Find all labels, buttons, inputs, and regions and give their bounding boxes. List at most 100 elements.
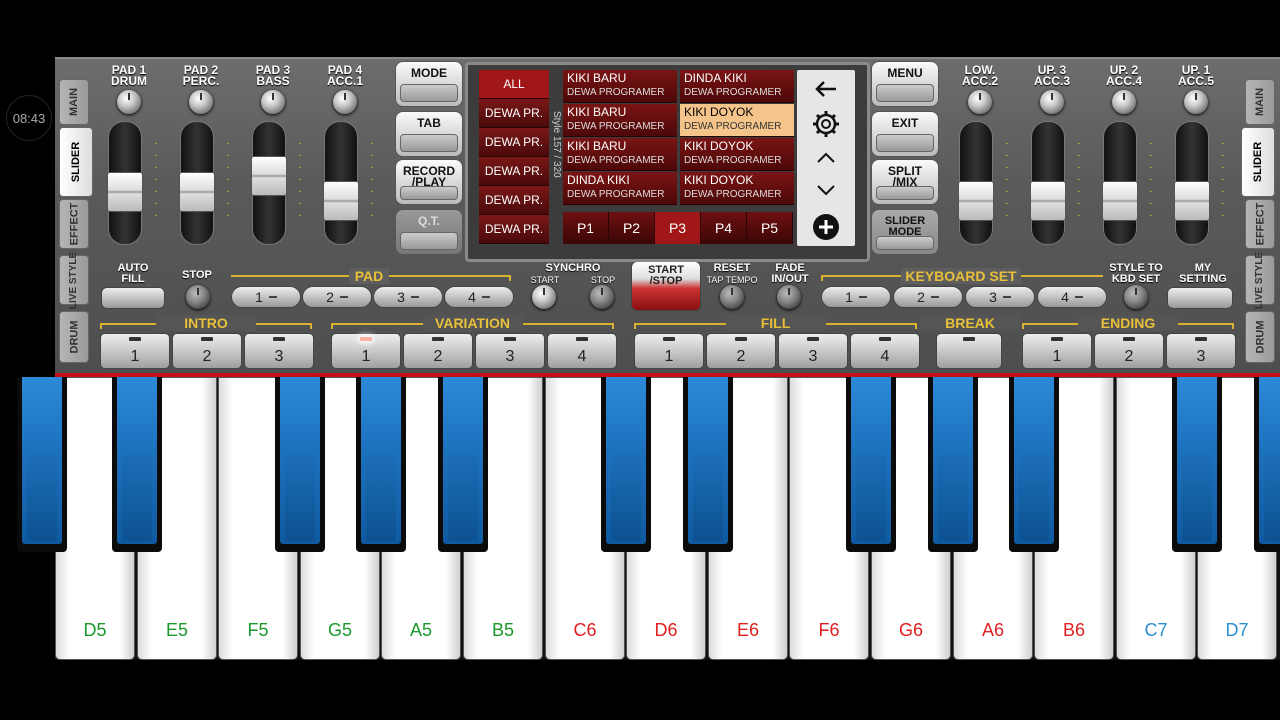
chevron-down-icon[interactable] xyxy=(797,178,855,202)
stop-knob[interactable] xyxy=(186,285,210,309)
pad-button[interactable]: 3 xyxy=(373,286,443,308)
fill-button[interactable]: 4 xyxy=(850,333,920,369)
intro-button[interactable]: 2 xyxy=(172,333,242,369)
chevron-up-icon[interactable] xyxy=(797,146,855,170)
variation-button[interactable]: 3 xyxy=(475,333,545,369)
style-entry[interactable]: DINDA KIKI DEWA PROGRAMER xyxy=(563,172,677,205)
style-category-item[interactable]: DEWA PR. xyxy=(479,128,549,157)
pad-button[interactable]: 4 xyxy=(444,286,514,308)
black-key[interactable] xyxy=(438,377,488,552)
pad-slider-track[interactable] xyxy=(107,121,143,245)
side-tab-slider-left[interactable]: SLIDER xyxy=(59,127,93,197)
style-category-item[interactable]: DEWA PR. xyxy=(479,99,549,128)
fill-button[interactable]: 1 xyxy=(634,333,704,369)
pad-slider-track[interactable] xyxy=(179,121,215,245)
pad-slider-thumb[interactable] xyxy=(958,181,994,221)
pad-knob[interactable] xyxy=(968,90,992,114)
pad-knob[interactable] xyxy=(189,90,213,114)
pad-slider-thumb[interactable] xyxy=(251,156,287,196)
style-entry[interactable]: KIKI DOYOK DEWA PROGRAMER xyxy=(680,172,794,205)
style-page-tab[interactable]: P1 xyxy=(563,212,609,244)
pad-slider-track[interactable] xyxy=(1102,121,1138,245)
keyboard-set-button[interactable]: 2 xyxy=(893,286,963,308)
style-entry[interactable]: KIKI BARU DEWA PROGRAMER xyxy=(563,104,677,137)
style-category-item[interactable]: DEWA PR. xyxy=(479,215,549,244)
ending-button[interactable]: 3 xyxy=(1166,333,1236,369)
my-setting-button[interactable] xyxy=(1167,287,1233,309)
plus-icon[interactable] xyxy=(797,212,855,242)
fill-button[interactable]: 3 xyxy=(778,333,848,369)
pad-knob[interactable] xyxy=(261,90,285,114)
style-page-tab[interactable]: P5 xyxy=(747,212,793,244)
pad-knob[interactable] xyxy=(117,90,141,114)
break-button[interactable] xyxy=(936,333,1002,369)
style-entry[interactable]: KIKI DOYOK DEWA PROGRAMER xyxy=(680,138,794,171)
keyboard-set-button[interactable]: 3 xyxy=(965,286,1035,308)
mode-button[interactable]: MODE xyxy=(395,61,463,107)
pad-slider-thumb[interactable] xyxy=(1102,181,1138,221)
pad-slider-thumb[interactable] xyxy=(107,172,143,212)
pad-slider-track[interactable] xyxy=(251,121,287,245)
black-key[interactable] xyxy=(601,377,651,552)
black-key[interactable] xyxy=(1254,377,1280,552)
side-tab-drum-right[interactable]: DRUM xyxy=(1245,311,1275,363)
slider-mode-button[interactable]: SLIDER MODE xyxy=(871,209,939,255)
pad-knob[interactable] xyxy=(1112,90,1136,114)
style-entry[interactable]: DINDA KIKI DEWA PROGRAMER xyxy=(680,70,794,103)
black-key[interactable] xyxy=(356,377,406,552)
style-page-tab[interactable]: P2 xyxy=(609,212,655,244)
fade-knob[interactable] xyxy=(777,285,801,309)
side-tab-drum-left[interactable]: DRUM xyxy=(59,311,89,363)
pad-button[interactable]: 2 xyxy=(302,286,372,308)
pad-knob[interactable] xyxy=(1040,90,1064,114)
black-key[interactable] xyxy=(928,377,978,552)
style-entry[interactable]: KIKI BARU DEWA PROGRAMER xyxy=(563,138,677,171)
pad-slider-track[interactable] xyxy=(1174,121,1210,245)
pad-slider-thumb[interactable] xyxy=(1030,181,1066,221)
pad-slider-thumb[interactable] xyxy=(179,172,215,212)
variation-button[interactable]: 1 xyxy=(331,333,401,369)
side-tab-slider-right[interactable]: SLIDER xyxy=(1241,127,1275,197)
side-tab-live-style-left[interactable]: LIVE STYLE xyxy=(59,251,89,309)
black-key[interactable] xyxy=(683,377,733,552)
keyboard-set-button[interactable]: 4 xyxy=(1037,286,1107,308)
style-entry[interactable]: KIKI DOYOK DEWA PROGRAMER xyxy=(680,104,794,137)
pad-slider-thumb[interactable] xyxy=(1174,181,1210,221)
auto-fill-button[interactable] xyxy=(101,287,165,309)
gear-icon[interactable] xyxy=(797,108,855,140)
style-category-item[interactable]: ALL xyxy=(479,70,549,99)
pad-button[interactable]: 1 xyxy=(231,286,301,308)
variation-button[interactable]: 2 xyxy=(403,333,473,369)
side-tab-effect-right[interactable]: EFFECT xyxy=(1245,199,1275,249)
qt-button[interactable]: Q.T. xyxy=(395,209,463,255)
back-arrow-icon[interactable] xyxy=(797,74,855,104)
style-to-kbd-knob[interactable] xyxy=(1124,285,1148,309)
pad-knob[interactable] xyxy=(1184,90,1208,114)
record-play-button[interactable]: RECORD/PLAY xyxy=(395,159,463,205)
keyboard-set-button[interactable]: 1 xyxy=(821,286,891,308)
style-entry[interactable]: KIKI BARU DEWA PROGRAMER xyxy=(563,70,677,103)
side-tab-main-right[interactable]: MAIN xyxy=(1245,79,1275,125)
black-key[interactable] xyxy=(1172,377,1222,552)
fill-button[interactable]: 2 xyxy=(706,333,776,369)
exit-button[interactable]: EXIT xyxy=(871,111,939,157)
reset-knob[interactable] xyxy=(720,285,744,309)
pad-slider-thumb[interactable] xyxy=(323,181,359,221)
pad-slider-track[interactable] xyxy=(958,121,994,245)
side-tab-main-left[interactable]: MAIN xyxy=(59,79,89,125)
intro-button[interactable]: 1 xyxy=(100,333,170,369)
variation-button[interactable]: 4 xyxy=(547,333,617,369)
side-tab-effect-left[interactable]: EFFECT xyxy=(59,199,89,249)
tab-button[interactable]: TAB xyxy=(395,111,463,157)
start-stop-button[interactable]: START /STOP xyxy=(631,261,701,311)
pad-slider-track[interactable] xyxy=(323,121,359,245)
synchro-start-knob[interactable] xyxy=(532,285,556,309)
side-tab-live-style-right[interactable]: LIVE STYLE xyxy=(1245,251,1275,309)
style-page-tab[interactable]: P4 xyxy=(701,212,747,244)
synchro-stop-knob[interactable] xyxy=(590,285,614,309)
ending-button[interactable]: 1 xyxy=(1022,333,1092,369)
black-key[interactable] xyxy=(1009,377,1059,552)
style-page-tab[interactable]: P3 xyxy=(655,212,701,244)
pad-knob[interactable] xyxy=(333,90,357,114)
ending-button[interactable]: 2 xyxy=(1094,333,1164,369)
